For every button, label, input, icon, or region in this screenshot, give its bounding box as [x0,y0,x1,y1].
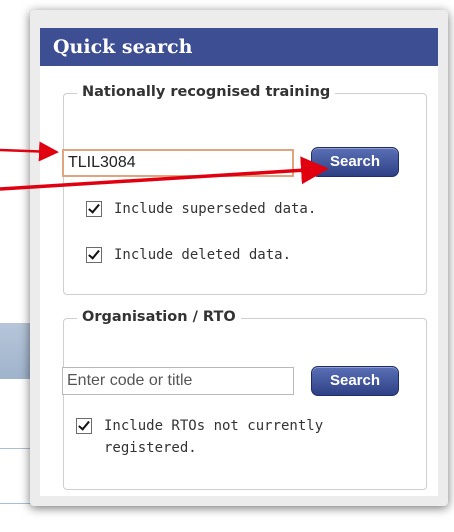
quick-search-content: Quick search Nationally recognised train… [40,28,438,496]
deleted-label: Include deleted data. [114,247,292,263]
rto-search-group: Organisation / RTO Search Include RTOs n… [62,309,427,490]
training-search-input[interactable] [62,149,294,177]
include-unregistered-rtos-option[interactable]: Include RTOs not currently registered. [76,415,323,459]
unregistered-rtos-label: Include RTOs not currently registered. [104,415,323,459]
deleted-checkbox[interactable] [86,247,102,263]
quick-search-panel: Quick search Nationally recognised train… [30,10,448,506]
include-superseded-option[interactable]: Include superseded data. [86,198,316,220]
panel-title: Quick search [40,28,438,66]
training-search-group: Nationally recognised training Search In… [62,84,427,295]
include-deleted-option[interactable]: Include deleted data. [86,244,291,266]
superseded-label: Include superseded data. [114,201,317,217]
rto-search-input[interactable] [62,367,294,395]
rto-search-button[interactable]: Search [311,366,399,396]
unregistered-rtos-checkbox[interactable] [76,418,92,434]
training-legend: Nationally recognised training [77,84,336,100]
training-search-button[interactable]: Search [311,147,399,177]
unregistered-rtos-label-line2: registered. [104,440,197,456]
unregistered-rtos-label-line1: Include RTOs not currently [104,418,324,434]
rto-legend: Organisation / RTO [77,309,241,325]
superseded-checkbox[interactable] [86,201,102,217]
